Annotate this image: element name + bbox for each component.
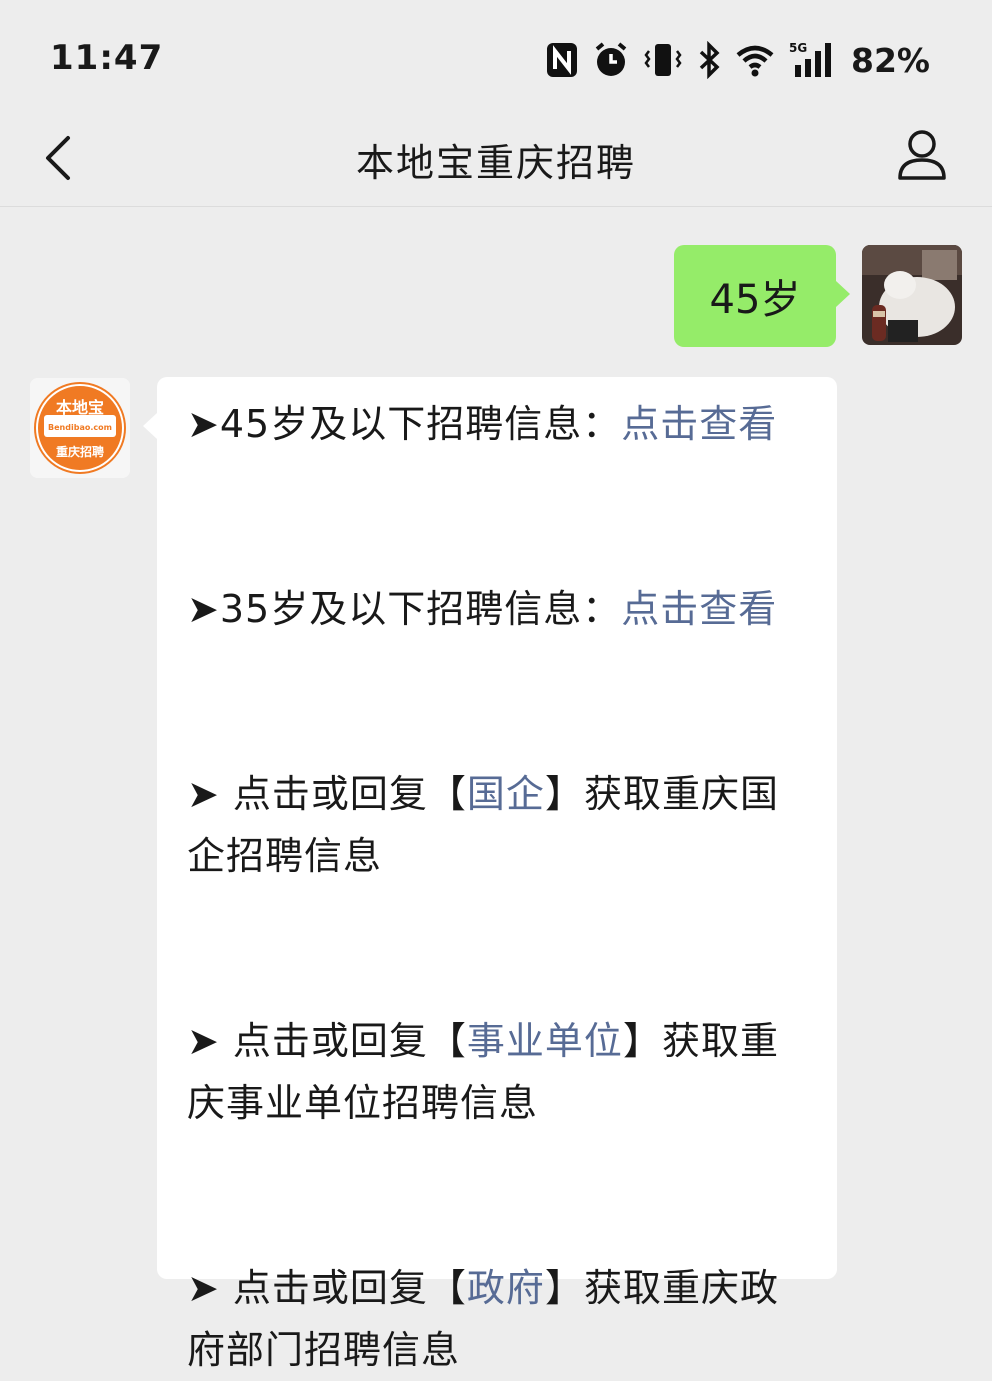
profile-button[interactable] (896, 126, 948, 186)
logo-top-text: 本地宝 (56, 398, 104, 417)
vibrate-icon (643, 41, 683, 79)
line-text: ➤35岁及以下招聘信息： (187, 587, 622, 631)
bendibao-logo: 本地宝 Bendibao.com 重庆招聘 (30, 378, 130, 478)
bot-line-state-enterprise: ➤ 点击或回复【国企】获取重庆国企招聘信息 (187, 763, 809, 887)
line-text: ➤45岁及以下招聘信息： (187, 402, 622, 446)
link-public-institution[interactable]: 事业单位 (467, 1019, 623, 1063)
line-text: ➤ 点击或回复【 (187, 1019, 467, 1063)
user-avatar[interactable] (862, 245, 962, 345)
line-text: ➤ 点击或回复【 (187, 1266, 467, 1310)
bot-line-45: ➤45岁及以下招聘信息：点击查看 (187, 393, 809, 455)
wifi-icon (735, 43, 775, 77)
nfc-icon (545, 41, 579, 79)
bot-line-35: ➤35岁及以下招聘信息：点击查看 (187, 578, 809, 640)
user-message-bubble[interactable]: 45岁 (674, 245, 850, 347)
line-text: ➤ 点击或回复【 (187, 772, 467, 816)
alarm-icon (593, 41, 629, 79)
page-title: 本地宝重庆招聘 (355, 141, 636, 185)
user-message-text: 45岁 (709, 277, 801, 323)
status-bar: 11:47 5G 82% (0, 0, 992, 110)
signal-icon: 5G (789, 41, 837, 79)
link-view-45[interactable]: 点击查看 (621, 402, 777, 446)
bluetooth-icon (697, 41, 721, 79)
person-icon (898, 130, 946, 180)
link-government[interactable]: 政府 (467, 1266, 545, 1310)
user-avatar-image (862, 245, 962, 345)
battery-level: 82% (851, 40, 930, 80)
bot-line-government: ➤ 点击或回复【政府】获取重庆政府部门招聘信息 (187, 1257, 809, 1381)
link-state-enterprise[interactable]: 国企 (467, 772, 545, 816)
status-time: 11:47 (50, 38, 164, 78)
status-icons: 5G 82% (545, 38, 930, 82)
bot-avatar[interactable]: 本地宝 Bendibao.com 重庆招聘 (30, 378, 130, 478)
bot-message-bubble: ➤45岁及以下招聘信息：点击查看 ➤35岁及以下招聘信息：点击查看 ➤ 点击或回… (143, 377, 837, 1372)
logo-bottom-text: 重庆招聘 (56, 444, 104, 459)
link-view-35[interactable]: 点击查看 (621, 587, 777, 631)
nav-bar: 本地宝重庆招聘 (0, 110, 992, 207)
network-label: 5G (789, 41, 807, 55)
bot-line-public-institution: ➤ 点击或回复【事业单位】获取重庆事业单位招聘信息 (187, 1010, 809, 1134)
logo-site-text: Bendibao.com (48, 423, 112, 432)
